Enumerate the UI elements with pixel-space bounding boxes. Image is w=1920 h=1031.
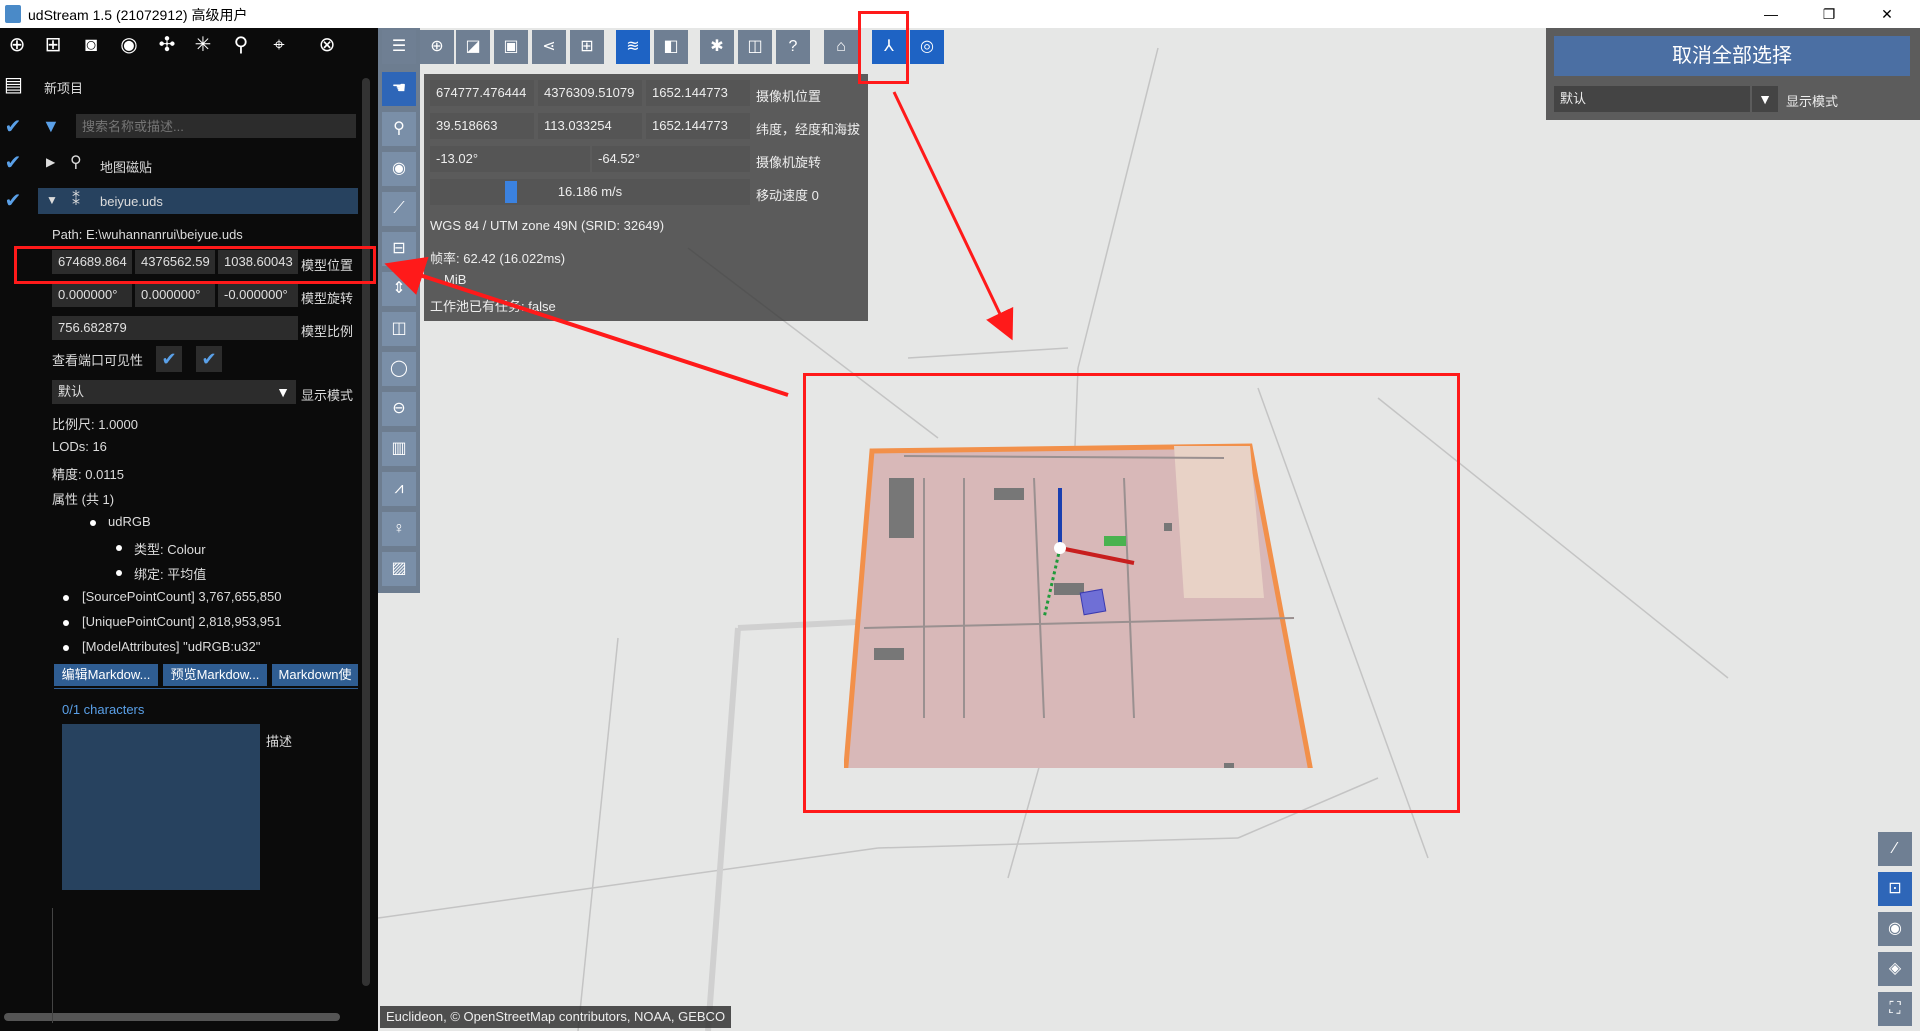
- annotation-arrows: [384, 91, 1014, 397]
